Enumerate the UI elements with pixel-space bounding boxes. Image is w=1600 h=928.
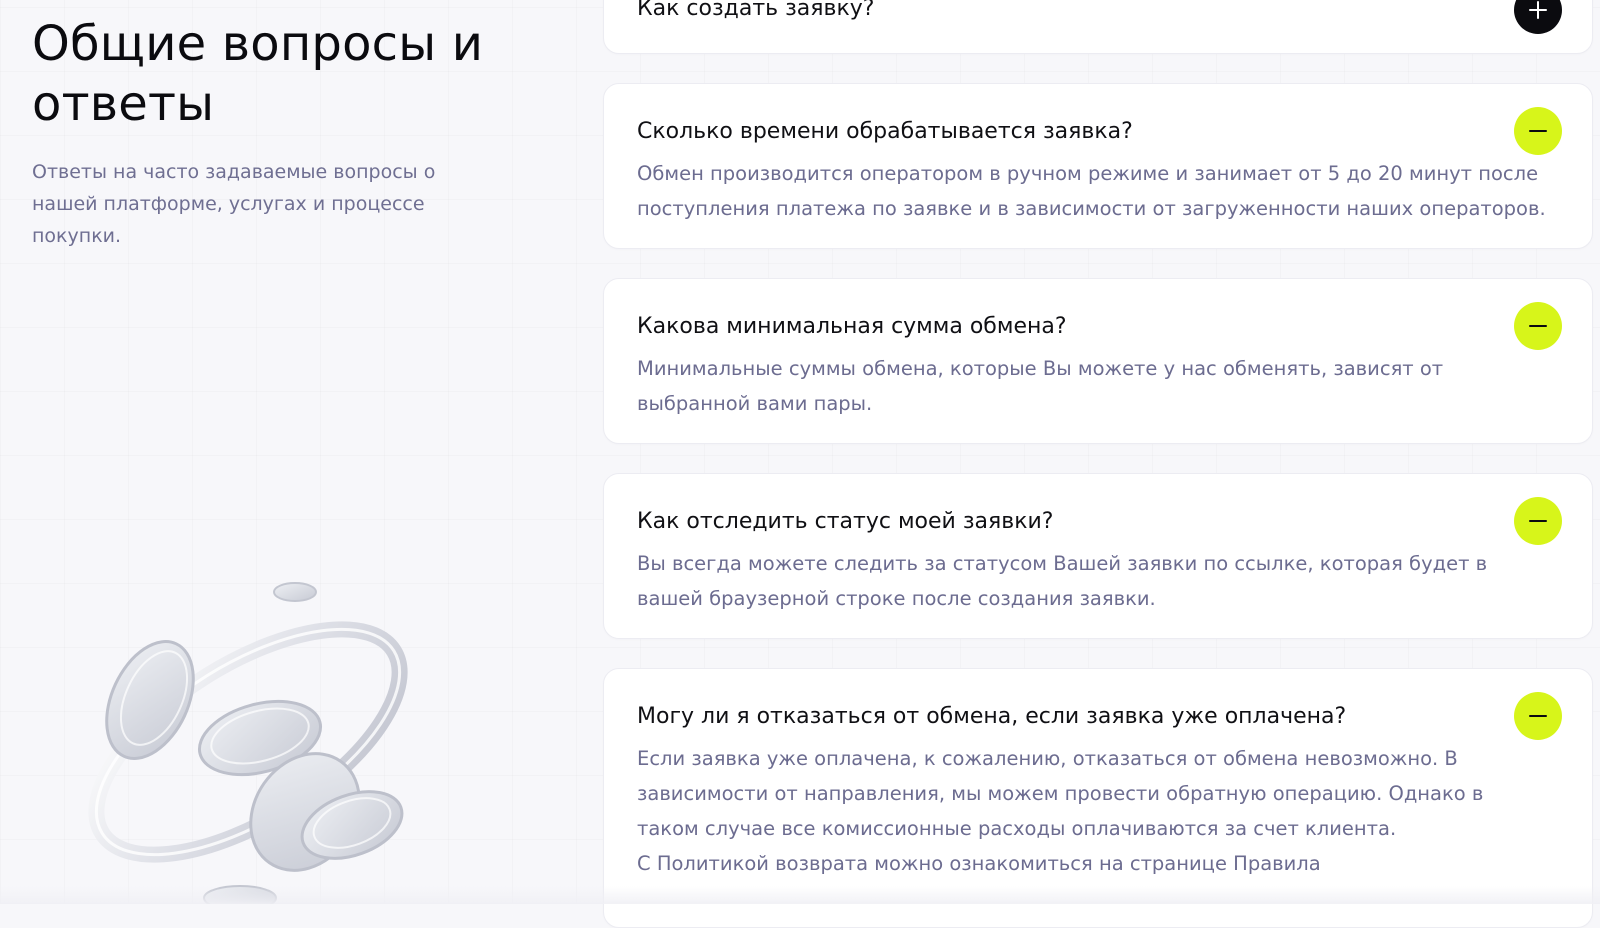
minus-icon xyxy=(1529,519,1547,523)
faq-answer: Вы всегда можете следить за статусом Ваш… xyxy=(637,552,1488,610)
collapse-button[interactable] xyxy=(1514,692,1562,740)
collapse-button[interactable] xyxy=(1514,497,1562,545)
faq-question[interactable]: Какова минимальная сумма обмена? xyxy=(637,313,1067,341)
faq-answer: Обмен производится оператором в ручном р… xyxy=(637,162,1546,220)
expand-button[interactable] xyxy=(1514,0,1562,34)
plus-icon xyxy=(1529,2,1547,18)
faq-intro: Общие вопросы и ответы Ответы на часто з… xyxy=(32,14,552,252)
faq-question[interactable]: Сколько времени обрабатывается заявка? xyxy=(637,118,1133,146)
faq-answer: Если заявка уже оплачена, к сожалению, о… xyxy=(637,747,1484,875)
page-title-line-1: Общие вопросы и xyxy=(32,16,484,72)
faq-item[interactable]: Какова минимальная сумма обмена? Минимал… xyxy=(603,278,1593,444)
minus-icon xyxy=(1529,129,1547,133)
page-subtitle: Ответы на часто задаваемые вопросы о наш… xyxy=(32,161,436,247)
minus-icon xyxy=(1529,714,1547,718)
faq-question[interactable]: Как создать заявку? xyxy=(637,0,874,23)
faq-item[interactable]: Могу ли я отказаться от обмена, если зая… xyxy=(603,668,1593,928)
collapse-button[interactable] xyxy=(1514,302,1562,350)
faq-question[interactable]: Как отследить статус моей заявки? xyxy=(637,508,1053,536)
faq-item[interactable]: Как отследить статус моей заявки? Вы все… xyxy=(603,473,1593,639)
collapse-button[interactable] xyxy=(1514,107,1562,155)
faq-answer: Минимальные суммы обмена, которые Вы мож… xyxy=(637,357,1444,415)
page-title-line-2: ответы xyxy=(32,76,215,132)
glass-coins-illustration xyxy=(88,582,408,904)
faq-question[interactable]: Могу ли я отказаться от обмена, если зая… xyxy=(637,703,1346,731)
minus-icon xyxy=(1529,324,1547,328)
page-title: Общие вопросы и ответы xyxy=(32,14,552,134)
faq-item[interactable]: Как создать заявку? xyxy=(603,0,1593,54)
faq-item[interactable]: Сколько времени обрабатывается заявка? О… xyxy=(603,83,1593,249)
